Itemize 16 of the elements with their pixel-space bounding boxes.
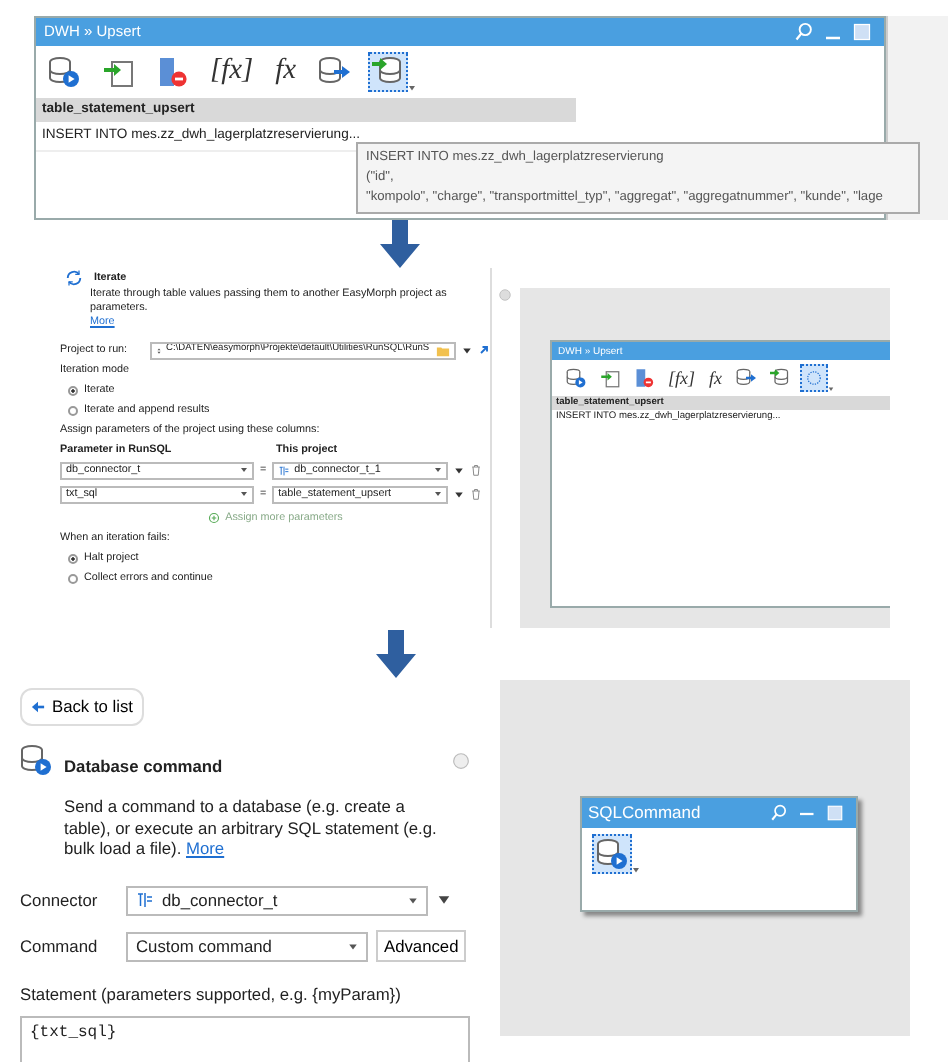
field-label: Connector	[20, 887, 100, 914]
back-button[interactable]: Back to list	[20, 688, 143, 726]
statement-field[interactable]: {txt_sql}	[20, 1015, 470, 1062]
more-link[interactable]: More	[186, 838, 225, 859]
description: Send a command to a database (e.g. create a table), or execute an arbitrary SQL statement (e.g. bulk load a file). More	[64, 796, 439, 860]
toolbar-button[interactable]: fx	[271, 54, 300, 90]
panel-title: Database command	[64, 753, 225, 779]
field-label: Command	[20, 933, 100, 959]
toolbar-button[interactable]: fx	[705, 366, 726, 390]
field-label: Statement (parameters supported, e.g. {myParam})	[20, 982, 403, 1008]
command-select[interactable]: Custom command	[126, 931, 368, 962]
advanced-button[interactable]: Advanced	[376, 929, 467, 963]
connector-select[interactable]: db_connector_t	[126, 885, 428, 916]
toolbar-button[interactable]: [fx]	[206, 54, 258, 90]
toolbar-button[interactable]: [fx]	[664, 366, 699, 390]
window-title: SQLCommand	[586, 800, 701, 826]
